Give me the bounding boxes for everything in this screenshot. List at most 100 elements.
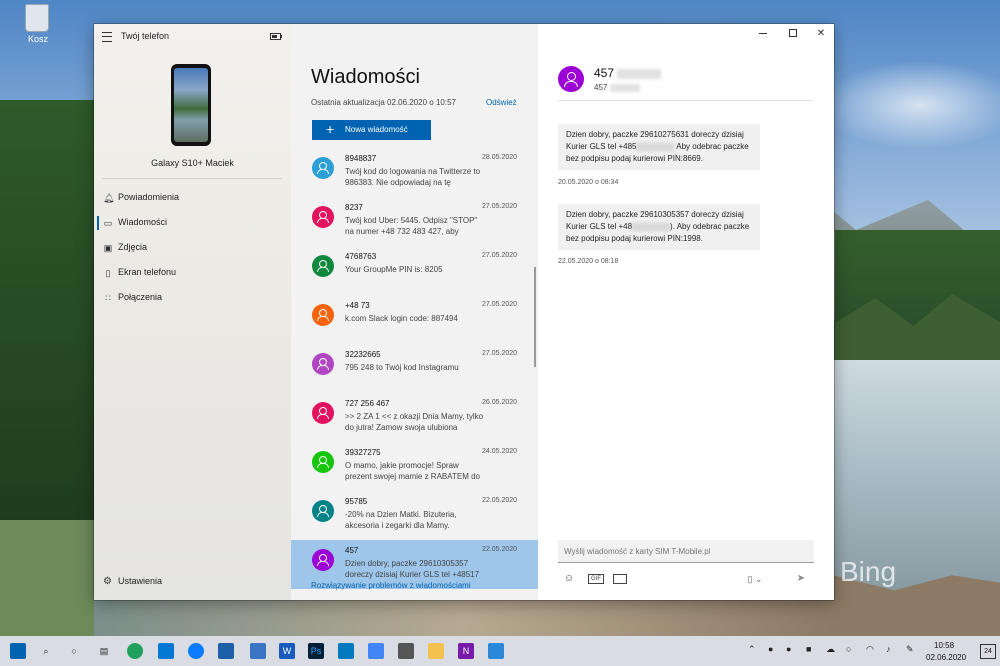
conversation-pane: ✕ 457 457 Dzien dobry, paczke 2961027563… — [538, 24, 834, 600]
minimize-button[interactable] — [748, 24, 778, 44]
new-message-button[interactable]: + Nowa wiadomość — [312, 120, 431, 140]
phone-image — [171, 64, 211, 146]
conversation-item[interactable]: 32232665 27.05.2020 795 248 to Twój kod In… — [291, 344, 538, 393]
left-pane: Twój telefon Galaxy S10+ Maciek 🔔︎ Powia… — [94, 24, 291, 600]
tray-icon[interactable]: ● — [786, 644, 791, 654]
notification-center-icon[interactable]: 24 — [980, 644, 996, 659]
cloud-icon[interactable]: ☁ — [826, 644, 835, 655]
search-icon[interactable]: ⌕ — [38, 643, 54, 659]
mail-icon[interactable] — [158, 643, 174, 659]
settings-button[interactable]: ⚙ Ustawienia — [94, 571, 291, 591]
your-phone-taskbar-icon[interactable] — [250, 643, 266, 659]
avatar — [312, 549, 334, 571]
conversation-date: 26.05.2020 — [482, 399, 518, 406]
message-timestamp: 22.05.2020 o 08:18 — [558, 258, 619, 265]
messenger-icon[interactable] — [188, 643, 204, 659]
hamburger-menu-icon[interactable] — [102, 32, 112, 42]
taskbar: ⌕ ○ ▤ W Ps N ⌃ ● ● ■ ☁ ○ ◠ ♪ ✎ 10:58 02.… — [0, 636, 1000, 666]
tray-icon[interactable]: ■ — [806, 644, 811, 654]
message-bubble[interactable]: Dzien dobry, paczke 29610275631 doreczy … — [558, 124, 760, 170]
trello-icon[interactable] — [338, 643, 354, 659]
wifi-icon[interactable]: ◠ — [866, 644, 874, 655]
sim-selector-icon[interactable]: ▯ ⌄ — [743, 570, 767, 588]
conversation-item[interactable]: 8237 27.05.2020 Twój kod Uber: 5445. Odpis… — [291, 197, 538, 246]
redacted-text — [636, 142, 675, 151]
volume-icon[interactable]: ♪ — [886, 644, 891, 654]
app-icon[interactable] — [218, 643, 234, 659]
divider — [558, 100, 814, 101]
contact-name: 457 — [594, 66, 662, 80]
nav-item-calls[interactable]: ∷ Połączenia — [94, 287, 291, 312]
conversation-preview: Dzien dobry, paczke 29610305357 doreczy … — [345, 559, 480, 579]
task-view-icon[interactable]: ▤ — [96, 643, 112, 659]
active-indicator — [97, 216, 99, 230]
troubleshoot-link[interactable]: Rozwiązywanie problemów z wiadomościami — [311, 581, 471, 590]
message-bubble[interactable]: Dzien dobry, paczke 29610305357 doreczy … — [558, 204, 760, 250]
conversation-date: 27.05.2020 — [482, 350, 518, 357]
calculator-icon[interactable] — [398, 643, 414, 659]
photoshop-icon[interactable]: Ps — [308, 643, 324, 659]
redacted-text — [609, 83, 640, 92]
conversation-name: 39327275 — [345, 448, 381, 457]
divider — [102, 178, 282, 179]
nav-item-notifications[interactable]: 🔔︎ Powiadomienia — [94, 187, 291, 212]
translate-icon[interactable] — [368, 643, 384, 659]
edge-icon[interactable] — [127, 643, 143, 659]
compose-toolbar: ☺ GIF ▯ ⌄ ➤ — [558, 570, 814, 588]
conversation-name: 95785 — [345, 497, 368, 506]
scrollbar[interactable] — [534, 267, 536, 367]
send-icon[interactable]: ➤ — [794, 570, 808, 588]
app-title: Twój telefon — [121, 31, 170, 41]
pen-icon[interactable]: ✎ — [906, 644, 914, 655]
conversation-name: 457 — [345, 546, 359, 555]
clock-date[interactable]: 02.06.2020 — [926, 653, 966, 662]
clock-time[interactable]: 10:58 — [934, 641, 954, 650]
message-input[interactable] — [564, 544, 804, 558]
close-button[interactable]: ✕ — [806, 24, 834, 44]
dialpad-icon: ∷ — [105, 293, 111, 303]
conversation-item[interactable]: 95785 22.05.2020 -20% na Dzien Matki. Bizu… — [291, 491, 538, 540]
conversation-item[interactable]: 727 256 467 26.05.2020 >> 2 ZA 1 << z okaz… — [291, 393, 538, 442]
avatar — [312, 402, 334, 424]
conversation-item[interactable]: 39327275 24.05.2020 O mamo, jakie promocje… — [291, 442, 538, 491]
windows-start-icon[interactable] — [10, 643, 26, 659]
chat-icon: ▭ — [103, 218, 113, 228]
conversation-name: 32232665 — [345, 350, 381, 359]
conversation-date: 27.05.2020 — [482, 301, 518, 308]
nav-item-messages[interactable]: ▭ Wiadomości — [94, 212, 291, 237]
conversation-item[interactable]: 8948837 28.05.2020 Twój kod do logowania n… — [291, 148, 538, 197]
avatar — [312, 255, 334, 277]
cortana-icon[interactable]: ○ — [66, 643, 82, 659]
file-explorer-icon[interactable] — [428, 643, 444, 659]
onenote-icon[interactable]: N — [458, 643, 474, 659]
nav-item-photos[interactable]: ▣ Zdjęcia — [94, 237, 291, 262]
nav-item-phone-screen[interactable]: ▯ Ekran telefonu — [94, 262, 291, 287]
photos-icon[interactable] — [488, 643, 504, 659]
image-icon[interactable] — [613, 574, 627, 584]
page-title: Wiadomości — [311, 66, 420, 88]
conversation-item[interactable]: +48 73 27.05.2020 k.com Slack login code: … — [291, 295, 538, 344]
maximize-button[interactable] — [778, 24, 808, 44]
tray-icon[interactable]: ○ — [846, 644, 851, 654]
recycle-bin-icon[interactable] — [25, 4, 49, 32]
conversation-preview: 795 248 to Twój kod Instagramu — [345, 363, 459, 372]
contact-name-text: 457 — [594, 66, 615, 80]
tray-icon[interactable]: ● — [768, 644, 773, 654]
nav-item-label: Powiadomienia — [118, 192, 180, 202]
nav-item-label: Połączenia — [118, 292, 163, 302]
word-icon[interactable]: W — [279, 643, 295, 659]
conversation-name: 8948837 — [345, 154, 377, 163]
emoji-icon[interactable]: ☺ — [562, 570, 576, 588]
conversation-item[interactable]: 4768763 27.05.2020 Your GroupMe PIN is: 82… — [291, 246, 538, 295]
new-message-label: Nowa wiadomość — [345, 125, 408, 134]
conversation-date: 22.05.2020 — [482, 546, 518, 553]
refresh-link[interactable]: Odśwież — [486, 98, 517, 107]
chevron-up-icon[interactable]: ⌃ — [748, 644, 756, 655]
contact-number: 457 — [594, 83, 640, 92]
nav-item-label: Zdjęcia — [118, 242, 148, 252]
avatar — [312, 500, 334, 522]
avatar — [312, 304, 334, 326]
gif-icon[interactable]: GIF — [588, 574, 604, 584]
nav-item-label: Ekran telefonu — [118, 267, 177, 277]
screen-icon: ▯ — [105, 268, 111, 278]
